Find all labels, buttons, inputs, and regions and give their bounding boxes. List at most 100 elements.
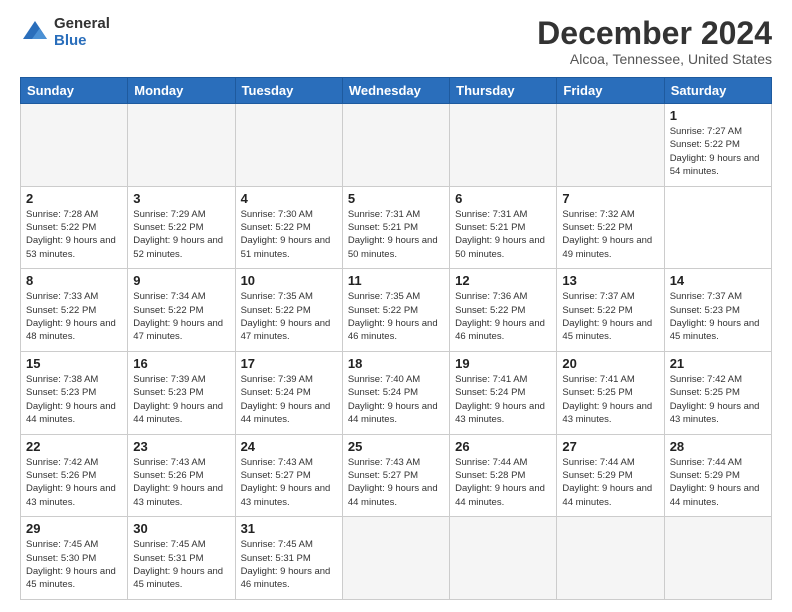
day-info: Sunrise: 7:42 AMSunset: 5:25 PMDaylight:…: [670, 373, 766, 426]
col-sunday: Sunday: [21, 78, 128, 104]
calendar-cell: 15Sunrise: 7:38 AMSunset: 5:23 PMDayligh…: [21, 352, 128, 435]
day-number: 4: [241, 191, 337, 206]
day-number: 8: [26, 273, 122, 288]
day-info: Sunrise: 7:32 AMSunset: 5:22 PMDaylight:…: [562, 208, 658, 261]
col-friday: Friday: [557, 78, 664, 104]
day-info: Sunrise: 7:41 AMSunset: 5:24 PMDaylight:…: [455, 373, 551, 426]
week-row-4: 22 Sunrise: 7:42 AMSunset: 5:26 PMDayligh…: [21, 434, 772, 517]
day-number: 29: [26, 521, 122, 536]
day-info: Sunrise: 7:37 AMSunset: 5:23 PMDaylight:…: [670, 290, 766, 343]
calendar-cell: 27 Sunrise: 7:44 AMSunset: 5:29 PMDayligh…: [557, 434, 664, 517]
page: General Blue December 2024 Alcoa, Tennes…: [0, 0, 792, 612]
day-info: Sunrise: 7:30 AMSunset: 5:22 PMDaylight:…: [241, 208, 337, 261]
day-info: Sunrise: 7:44 AMSunset: 5:28 PMDaylight:…: [455, 456, 551, 509]
main-title: December 2024: [537, 16, 772, 51]
day-info: Sunrise: 7:44 AMSunset: 5:29 PMDaylight:…: [562, 456, 658, 509]
week-row-3: 15Sunrise: 7:38 AMSunset: 5:23 PMDayligh…: [21, 352, 772, 435]
calendar-cell: [557, 517, 664, 600]
calendar-cell: 28 Sunrise: 7:44 AMSunset: 5:29 PMDayligh…: [664, 434, 771, 517]
calendar-cell: 21 Sunrise: 7:42 AMSunset: 5:25 PMDayligh…: [664, 352, 771, 435]
day-info: Sunrise: 7:42 AMSunset: 5:26 PMDaylight:…: [26, 456, 122, 509]
day-number: 24: [241, 439, 337, 454]
calendar-cell: 1 Sunrise: 7:27 AMSunset: 5:22 PMDaylight…: [664, 104, 771, 187]
day-number: 1: [670, 108, 766, 123]
week-row-1: 2 Sunrise: 7:28 AMSunset: 5:22 PMDaylight…: [21, 186, 772, 269]
calendar-cell: 10 Sunrise: 7:35 AMSunset: 5:22 PMDayligh…: [235, 269, 342, 352]
calendar-cell: 6Sunrise: 7:31 AMSunset: 5:21 PMDaylight…: [450, 186, 557, 269]
calendar-cell: 19 Sunrise: 7:41 AMSunset: 5:24 PMDayligh…: [450, 352, 557, 435]
header: General Blue December 2024 Alcoa, Tennes…: [20, 16, 772, 67]
calendar-cell: 9 Sunrise: 7:34 AMSunset: 5:22 PMDaylight…: [128, 269, 235, 352]
day-info: Sunrise: 7:44 AMSunset: 5:29 PMDaylight:…: [670, 456, 766, 509]
day-number: 20: [562, 356, 658, 371]
week-row-0: 1 Sunrise: 7:27 AMSunset: 5:22 PMDaylight…: [21, 104, 772, 187]
day-number: 2: [26, 191, 122, 206]
day-number: 9: [133, 273, 229, 288]
day-info: Sunrise: 7:41 AMSunset: 5:25 PMDaylight:…: [562, 373, 658, 426]
day-number: 21: [670, 356, 766, 371]
day-number: 16: [133, 356, 229, 371]
calendar-cell: 12Sunrise: 7:36 AMSunset: 5:22 PMDayligh…: [450, 269, 557, 352]
day-number: 3: [133, 191, 229, 206]
day-number: 28: [670, 439, 766, 454]
calendar-cell: 2 Sunrise: 7:28 AMSunset: 5:22 PMDaylight…: [21, 186, 128, 269]
logo-icon: [20, 18, 50, 48]
calendar-cell: [235, 104, 342, 187]
day-number: 12: [455, 273, 551, 288]
calendar-cell: [342, 517, 449, 600]
day-info: Sunrise: 7:39 AMSunset: 5:24 PMDaylight:…: [241, 373, 337, 426]
day-number: 7: [562, 191, 658, 206]
calendar-cell: 30 Sunrise: 7:45 AMSunset: 5:31 PMDayligh…: [128, 517, 235, 600]
col-saturday: Saturday: [664, 78, 771, 104]
calendar-cell: 18Sunrise: 7:40 AMSunset: 5:24 PMDayligh…: [342, 352, 449, 435]
calendar-cell: 5 Sunrise: 7:31 AMSunset: 5:21 PMDaylight…: [342, 186, 449, 269]
logo-blue-text: Blue: [54, 33, 110, 50]
header-row: Sunday Monday Tuesday Wednesday Thursday…: [21, 78, 772, 104]
calendar-table: Sunday Monday Tuesday Wednesday Thursday…: [20, 77, 772, 600]
calendar-cell: 14Sunrise: 7:37 AMSunset: 5:23 PMDayligh…: [664, 269, 771, 352]
day-info: Sunrise: 7:28 AMSunset: 5:22 PMDaylight:…: [26, 208, 122, 261]
title-block: December 2024 Alcoa, Tennessee, United S…: [537, 16, 772, 67]
day-number: 10: [241, 273, 337, 288]
calendar-cell: [21, 104, 128, 187]
calendar-cell: 29 Sunrise: 7:45 AMSunset: 5:30 PMDayligh…: [21, 517, 128, 600]
calendar-cell: 11 Sunrise: 7:35 AMSunset: 5:22 PMDayligh…: [342, 269, 449, 352]
week-row-5: 29 Sunrise: 7:45 AMSunset: 5:30 PMDayligh…: [21, 517, 772, 600]
day-number: 30: [133, 521, 229, 536]
calendar-cell: 8Sunrise: 7:33 AMSunset: 5:22 PMDaylight…: [21, 269, 128, 352]
day-info: Sunrise: 7:45 AMSunset: 5:31 PMDaylight:…: [133, 538, 229, 591]
day-info: Sunrise: 7:27 AMSunset: 5:22 PMDaylight:…: [670, 125, 766, 178]
calendar-cell: 22 Sunrise: 7:42 AMSunset: 5:26 PMDayligh…: [21, 434, 128, 517]
calendar-cell: 3Sunrise: 7:29 AMSunset: 5:22 PMDaylight…: [128, 186, 235, 269]
day-number: 25: [348, 439, 444, 454]
week-row-2: 8Sunrise: 7:33 AMSunset: 5:22 PMDaylight…: [21, 269, 772, 352]
calendar-cell: 16Sunrise: 7:39 AMSunset: 5:23 PMDayligh…: [128, 352, 235, 435]
col-monday: Monday: [128, 78, 235, 104]
day-info: Sunrise: 7:34 AMSunset: 5:22 PMDaylight:…: [133, 290, 229, 343]
day-info: Sunrise: 7:35 AMSunset: 5:22 PMDaylight:…: [348, 290, 444, 343]
col-thursday: Thursday: [450, 78, 557, 104]
day-number: 15: [26, 356, 122, 371]
day-info: Sunrise: 7:45 AMSunset: 5:31 PMDaylight:…: [241, 538, 337, 591]
calendar-cell: [450, 517, 557, 600]
day-number: 22: [26, 439, 122, 454]
calendar-cell: [342, 104, 449, 187]
day-number: 19: [455, 356, 551, 371]
calendar-cell: 24Sunrise: 7:43 AMSunset: 5:27 PMDayligh…: [235, 434, 342, 517]
calendar-cell: [664, 517, 771, 600]
day-info: Sunrise: 7:35 AMSunset: 5:22 PMDaylight:…: [241, 290, 337, 343]
day-info: Sunrise: 7:31 AMSunset: 5:21 PMDaylight:…: [455, 208, 551, 261]
day-number: 27: [562, 439, 658, 454]
calendar-cell: 26Sunrise: 7:44 AMSunset: 5:28 PMDayligh…: [450, 434, 557, 517]
calendar-cell: 31Sunrise: 7:45 AMSunset: 5:31 PMDayligh…: [235, 517, 342, 600]
day-info: Sunrise: 7:43 AMSunset: 5:26 PMDaylight:…: [133, 456, 229, 509]
day-info: Sunrise: 7:31 AMSunset: 5:21 PMDaylight:…: [348, 208, 444, 261]
day-number: 23: [133, 439, 229, 454]
day-info: Sunrise: 7:45 AMSunset: 5:30 PMDaylight:…: [26, 538, 122, 591]
day-number: 11: [348, 273, 444, 288]
calendar-cell: 23 Sunrise: 7:43 AMSunset: 5:26 PMDayligh…: [128, 434, 235, 517]
calendar-cell: 7 Sunrise: 7:32 AMSunset: 5:22 PMDaylight…: [557, 186, 664, 269]
logo-text: General Blue: [54, 16, 110, 49]
day-number: 5: [348, 191, 444, 206]
day-number: 18: [348, 356, 444, 371]
